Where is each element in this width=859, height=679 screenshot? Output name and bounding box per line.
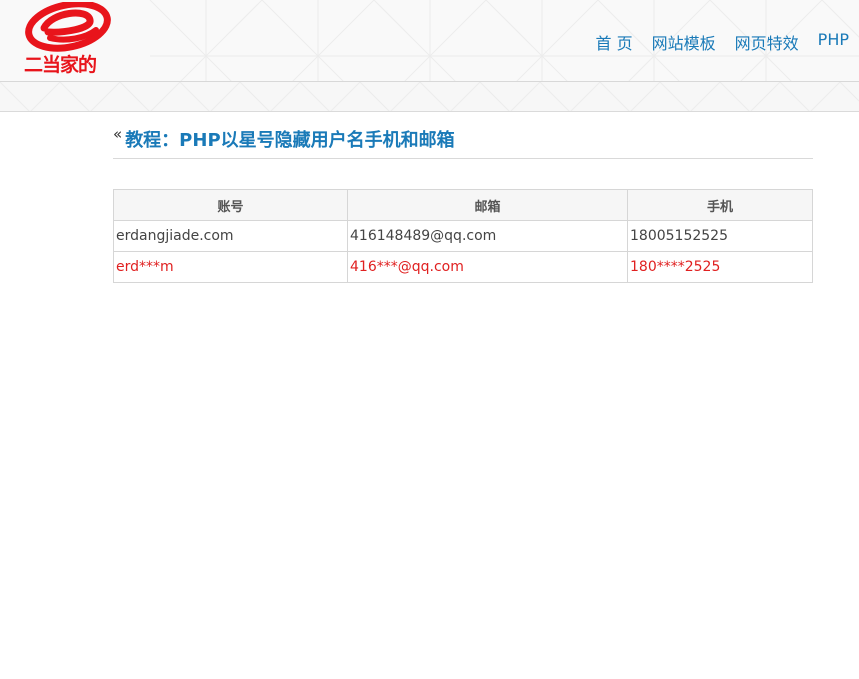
table-row: erdangjiade.com 416148489@qq.com 1800515…: [113, 220, 813, 252]
data-table: 账号 邮箱 手机 erdangjiade.com 416148489@qq.co…: [113, 189, 813, 283]
nav-item-home[interactable]: 首 页: [596, 30, 633, 54]
cell-phone: 18005152525: [627, 220, 813, 252]
cell-account-masked: erd***m: [113, 251, 348, 283]
cell-account: erdangjiade.com: [113, 220, 348, 252]
main-nav: 首 页 网站模板 网页特效 PHP: [596, 30, 849, 54]
nav-item-php[interactable]: PHP: [818, 30, 849, 54]
column-header-email: 邮箱: [347, 189, 628, 221]
main-content: « 教程：PHP以星号隐藏用户名手机和邮箱 账号 邮箱 手机 erdangjia…: [113, 124, 813, 283]
strip-background-pattern: [0, 82, 859, 111]
site-header: 二当家的 首 页 网站模板 网页特效 PHP: [0, 0, 859, 82]
page-title-row: « 教程：PHP以星号隐藏用户名手机和邮箱: [113, 124, 813, 159]
table-row-masked: erd***m 416***@qq.com 180****2525: [113, 251, 813, 283]
cell-email-masked: 416***@qq.com: [347, 251, 628, 283]
column-header-account: 账号: [113, 189, 348, 221]
back-chevron-icon[interactable]: «: [113, 127, 122, 142]
page-title: 教程：PHP以星号隐藏用户名手机和邮箱: [125, 130, 455, 151]
nav-item-templates[interactable]: 网站模板: [652, 30, 716, 54]
column-header-phone: 手机: [627, 189, 813, 221]
logo-text: 二当家的: [24, 54, 97, 76]
nav-item-effects[interactable]: 网页特效: [735, 30, 799, 54]
cell-phone-masked: 180****2525: [627, 251, 813, 283]
cell-email: 416148489@qq.com: [347, 220, 628, 252]
table-header-row: 账号 邮箱 手机: [113, 189, 813, 221]
sub-header-strip: [0, 82, 859, 112]
